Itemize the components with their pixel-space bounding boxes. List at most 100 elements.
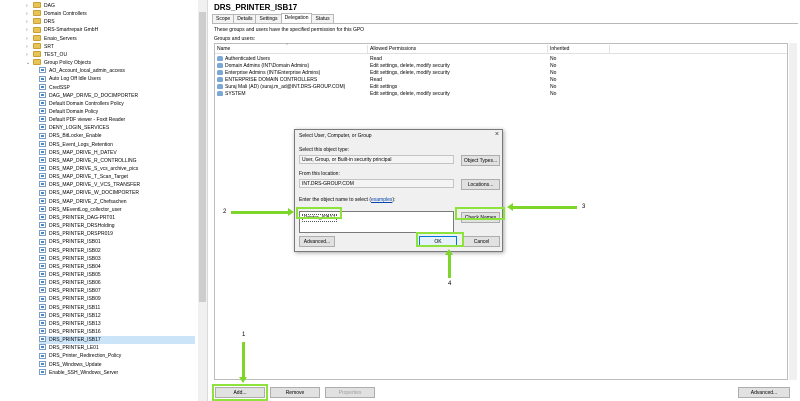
- tree-item-label: DRS_BitLocker_Enable: [49, 133, 102, 140]
- gpo-icon: [39, 157, 46, 164]
- tree-item[interactable]: › SRT: [26, 42, 195, 51]
- tree-item[interactable]: DRS_MAP_DRIVE_V_VCS_TRANSFER: [39, 181, 195, 189]
- tree-item[interactable]: DRS_PRINTER_ISB12: [39, 311, 195, 320]
- dialog-advanced-button[interactable]: Advanced...: [299, 236, 335, 247]
- tree-item[interactable]: DRS_PRINTER_ISB03: [39, 254, 195, 263]
- table-row[interactable]: Enterprise Admins (INT\Enterprise Admins…: [215, 69, 787, 77]
- tree-scrollbar-thumb[interactable]: [199, 12, 206, 302]
- tree-item[interactable]: DRS_MAP_DRIVE_T_Scan_Target: [39, 173, 195, 181]
- table-row[interactable]: Domain Admins (INT\Domain Admins) Edit se…: [215, 62, 787, 70]
- tree-item[interactable]: › TEST_OU: [26, 51, 195, 59]
- tree-item[interactable]: DRS_PRINTER_ISB06: [39, 279, 195, 287]
- tree-item[interactable]: Default PDF viewer - Foxit Reader: [39, 116, 195, 124]
- tree-item[interactable]: › Enaio_Servers: [26, 34, 195, 43]
- arrow-2-head: [288, 208, 294, 216]
- tree-item[interactable]: DRS_PRINTER_ISB02: [39, 246, 195, 255]
- tab-settings[interactable]: Settings: [255, 14, 282, 23]
- column-name[interactable]: Name: [215, 44, 365, 54]
- pane-scrollbar[interactable]: [789, 43, 797, 380]
- cell-permission: Edit settings, delete, modify security: [370, 91, 450, 97]
- tree-item-label: DRS_Event_Logs_Retention: [49, 141, 113, 148]
- tree-item-label: DRS_PRINTER_ISB17: [49, 337, 101, 344]
- tree-item[interactable]: DRS_Printer_Redirection_Policy: [39, 352, 195, 360]
- table-row[interactable]: ENTERPRISE DOMAIN CONTROLLERS Read No: [215, 76, 787, 84]
- tree-item[interactable]: DRS_PRINTER_ISB11: [39, 303, 195, 312]
- tree-item[interactable]: DRS_MEventLog_collector_user: [39, 205, 195, 214]
- table-row[interactable]: Suraj Mali (AD) (suraj.m_ad@INT.DRS-GROU…: [215, 83, 787, 91]
- gpo-title: DRS_PRINTER_ISB17: [214, 3, 298, 12]
- tree-item[interactable]: DRS_BitLocker_Enable: [39, 132, 195, 140]
- cell-name: Enterprise Admins (INT\Enterprise Admins…: [217, 69, 320, 77]
- tree-item-label: DRS_PRINTER_ISB02: [49, 247, 101, 254]
- tree-item[interactable]: DRS_PRINTER_ISB13: [39, 320, 195, 328]
- locations-button[interactable]: Locations...: [461, 179, 500, 190]
- tree-item[interactable]: DRS_PRINTER_DRSHolding: [39, 222, 195, 230]
- tree-item-label: Default Domain Controllers Policy: [49, 100, 124, 107]
- advanced-button[interactable]: Advanced...: [738, 387, 790, 398]
- tree-item[interactable]: ⌄ Group Policy Objects: [26, 59, 195, 67]
- tree-item[interactable]: › DAG: [26, 2, 195, 10]
- tab-details[interactable]: Details: [233, 14, 257, 23]
- tree-item-label: DRS_PRINTER_LE01: [49, 345, 99, 352]
- tree-item[interactable]: DRS_MAP_DRIVE_H_DATEV: [39, 148, 195, 157]
- highlight-add: [212, 384, 268, 401]
- chevron-right-icon[interactable]: ›: [26, 26, 33, 34]
- tree-item[interactable]: DRS_PRINTER_ISB16: [39, 328, 195, 336]
- object-types-button[interactable]: Object Types...: [461, 155, 500, 166]
- table-row[interactable]: Authenticated Users Read No: [215, 55, 787, 63]
- gpo-icon: [39, 287, 46, 294]
- tree-item[interactable]: DRS_PRINTER_ISB05: [39, 271, 195, 279]
- tree-item[interactable]: DRS_MAP_DRIVE_Z_Chefsachen: [39, 197, 195, 206]
- chevron-right-icon[interactable]: ›: [26, 2, 33, 10]
- tree-item[interactable]: Default Domain Policy: [39, 108, 195, 116]
- tree-item[interactable]: DRS_Event_Logs_Retention: [39, 140, 195, 149]
- remove-button[interactable]: Remove: [270, 387, 320, 398]
- gpo-icon: [39, 336, 46, 343]
- tree-item[interactable]: Enable_SSH_Windows_Server: [39, 368, 195, 377]
- tree-item[interactable]: DENY_LOGIN_SERVICES: [39, 124, 195, 132]
- tree-item[interactable]: DRS_PRINTER_ISB17: [39, 336, 195, 345]
- tab-status[interactable]: Status: [311, 14, 334, 23]
- cancel-button[interactable]: Cancel: [463, 236, 500, 247]
- chevron-right-icon[interactable]: ›: [26, 10, 33, 18]
- tree-item[interactable]: DRS_PRINTER_ISB07: [39, 287, 195, 295]
- examples-link[interactable]: examples: [371, 197, 392, 203]
- tree-item[interactable]: DAG_MAP_DRIVE_D_DOCIMPORTER: [39, 91, 195, 100]
- tree-item[interactable]: DRS_MAP_DRIVE_S_vcs_archive_pics: [39, 165, 195, 173]
- close-icon[interactable]: ×: [495, 131, 499, 138]
- tree-item[interactable]: › DRS: [26, 18, 195, 26]
- gpo-icon: [39, 91, 46, 98]
- tree-item[interactable]: CredSSP: [39, 83, 195, 92]
- cell-name: Authenticated Users: [217, 55, 270, 63]
- tree-item[interactable]: DRS_PRINTER_DAG-PRT01: [39, 214, 195, 222]
- tree-item[interactable]: DRS_Windows_Update: [39, 360, 195, 369]
- gpo-icon: [39, 165, 46, 172]
- tab-scope[interactable]: Scope: [212, 14, 235, 23]
- gpo-icon: [39, 214, 46, 221]
- tree-item[interactable]: Auto Log Off Idle Users: [39, 75, 195, 83]
- chevron-right-icon[interactable]: ›: [26, 43, 33, 51]
- tree-item[interactable]: › Domain Controllers: [26, 10, 195, 18]
- column-inherited[interactable]: Inherited: [548, 44, 608, 54]
- cell-name: ENTERPRISE DOMAIN CONTROLLERS: [217, 76, 317, 84]
- tree-item[interactable]: Default Domain Controllers Policy: [39, 99, 195, 108]
- tree-item-label: Default PDF viewer - Foxit Reader: [49, 117, 126, 124]
- table-row[interactable]: SYSTEM Edit settings, delete, modify secu…: [215, 90, 787, 98]
- chevron-right-icon[interactable]: ›: [26, 18, 33, 26]
- column-allowed-permissions[interactable]: Allowed Permissions: [368, 44, 546, 54]
- dialog-title: Select User, Computer, or Group: [299, 133, 372, 139]
- tree-item[interactable]: DRS_PRINTER_ISB09: [39, 295, 195, 303]
- tree-item[interactable]: DRS_MAP_DRIVE_R_CONTROLLING: [39, 157, 195, 165]
- tab-delegation[interactable]: Delegation: [280, 13, 313, 23]
- tree-item[interactable]: DRS_PRINTER_ISB01: [39, 238, 195, 246]
- tree-item[interactable]: DRS_PRINTER_LE01: [39, 344, 195, 352]
- chevron-right-icon[interactable]: ›: [26, 35, 33, 43]
- annotation-3: 3: [582, 204, 586, 210]
- tree-item[interactable]: DRS_MAP_DRIVE_W_DOCIMPORTER: [39, 189, 195, 197]
- chevron-down-icon[interactable]: ⌄: [26, 59, 33, 67]
- tree-item[interactable]: DRS_PRINTER_ISB04: [39, 262, 195, 271]
- tree-item[interactable]: AO_Account_local_admin_access: [39, 67, 195, 75]
- tree-item[interactable]: › DRS-Smartrepair GmbH: [26, 26, 195, 34]
- chevron-right-icon[interactable]: ›: [26, 51, 33, 59]
- tree-item[interactable]: DRS_PRINTER_DRSPR019: [39, 230, 195, 238]
